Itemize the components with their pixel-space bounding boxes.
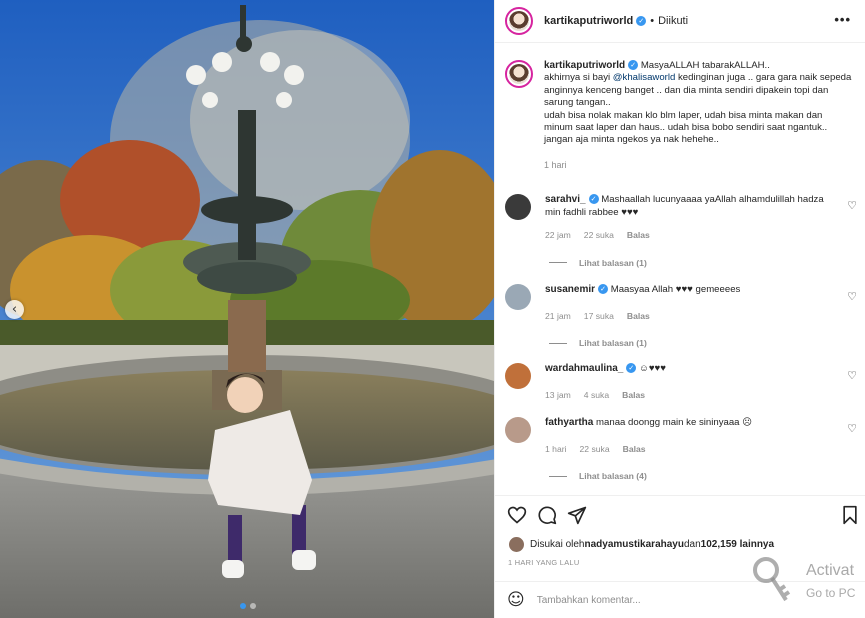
verified-icon: ✓ <box>636 16 647 26</box>
liker-username[interactable]: nadyamustikarahayu <box>584 539 684 550</box>
caption: kartikaputriworld ✓ MasyaALLAH tabarakALL… <box>495 44 865 171</box>
carousel-dot <box>250 603 256 609</box>
comment-likes[interactable]: 4 suka <box>584 389 609 402</box>
comment-item: fathyartha manaa doongg main ke sininyaa… <box>505 417 865 481</box>
carousel-dot-active <box>240 603 246 609</box>
reply-button[interactable]: Balas <box>627 310 650 323</box>
heart-icon[interactable]: ♡ <box>847 199 857 212</box>
avatar[interactable] <box>505 7 533 35</box>
carousel-dots <box>240 603 256 609</box>
comment-avatar[interactable] <box>505 284 531 310</box>
verified-icon: ✓ <box>626 363 637 374</box>
comment-item: sarahvi_ ✓ Mashaallah lucunyaaaa yaAllah … <box>505 194 865 268</box>
comment-text: Maasyaa Allah ♥♥♥ gemeeees <box>610 284 741 295</box>
verified-icon: ✓ <box>588 194 599 205</box>
liker-avatar <box>509 537 524 552</box>
follow-status-button[interactable]: Diikuti <box>658 15 688 27</box>
caption-text: kartikaputriworld ✓ MasyaALLAH tabarakALL… <box>544 60 852 171</box>
view-replies-button[interactable]: Lihat balasan (1) <box>549 258 865 268</box>
watermark-line2: Go to PC <box>806 586 856 600</box>
caption-avatar[interactable] <box>505 60 533 88</box>
post-header: kartikaputriworld ✓ • Diikuti ••• <box>495 0 865 43</box>
bookmark-icon[interactable] <box>841 505 859 525</box>
watermark-line1: Activat <box>806 562 855 579</box>
view-replies-button[interactable]: Lihat balasan (4) <box>549 471 865 481</box>
heart-icon[interactable]: ♡ <box>847 369 857 382</box>
caption-line2-pre: akhirnya si bayi <box>544 72 613 84</box>
post-timestamp[interactable]: 1 HARI YANG LALU <box>508 558 579 567</box>
comment-avatar[interactable] <box>505 363 531 389</box>
header-username[interactable]: kartikaputriworld <box>544 15 633 27</box>
comment-avatar[interactable] <box>505 194 531 220</box>
comment-likes[interactable]: 17 suka <box>584 310 614 323</box>
verified-icon: ✓ <box>628 60 639 71</box>
heart-icon[interactable]: ♡ <box>847 422 857 435</box>
likes-summary[interactable]: Disukai oleh nadyamustikarahayu dan 102,… <box>509 537 774 552</box>
likes-count[interactable]: 102,159 lainnya <box>701 539 774 550</box>
comment-time[interactable]: 13 jam <box>545 389 571 402</box>
caption-username[interactable]: kartikaputriworld <box>544 60 625 71</box>
mention-link[interactable]: @khalisaworld <box>613 72 676 83</box>
comment-text: manaa doongg main ke sininyaaa ☹ <box>596 417 753 428</box>
reply-button[interactable]: Balas <box>622 389 645 402</box>
key-icon <box>753 557 791 602</box>
comment-time[interactable]: 21 jam <box>545 310 571 323</box>
comment-text: ☺♥♥♥ <box>639 363 666 374</box>
reply-button[interactable]: Balas <box>623 443 646 456</box>
comment-likes[interactable]: 22 suka <box>584 229 614 242</box>
more-icon[interactable]: ••• <box>834 12 851 27</box>
caption-line3: udah bisa nolak makan klo blm laper, uda… <box>544 109 828 146</box>
comment-time[interactable]: 1 hari <box>545 443 567 456</box>
comment-item: wardahmaulina_ ✓ ☺♥♥♥ 13 jam 4 suka Balas… <box>505 363 865 401</box>
fountain-photo <box>0 0 494 618</box>
action-bar <box>495 495 865 535</box>
comment-item: susanemir ✓ Maasyaa Allah ♥♥♥ gemeeees 21… <box>505 284 865 348</box>
chevron-left-icon[interactable]: ‹ <box>5 300 24 319</box>
heart-icon[interactable] <box>507 505 527 525</box>
share-icon[interactable] <box>567 505 587 525</box>
comment-likes[interactable]: 22 suka <box>580 443 610 456</box>
caption-age: 1 hari <box>544 159 567 170</box>
comment-input[interactable]: Tambahkan komentar... <box>537 595 641 606</box>
caption-line1: MasyaALLAH tabarakALLAH.. <box>640 60 770 71</box>
post-photo[interactable]: ‹ <box>0 0 494 618</box>
comment-time[interactable]: 22 jam <box>545 229 571 242</box>
verified-icon: ✓ <box>598 284 609 295</box>
comments-list[interactable]: kartikaputriworld ✓ MasyaALLAH tabarakALL… <box>495 44 865 494</box>
view-replies-button[interactable]: Lihat balasan (1) <box>549 338 865 348</box>
comment-icon[interactable] <box>537 505 557 525</box>
post-sidebar: kartikaputriworld ✓ • Diikuti ••• kartik… <box>494 0 865 618</box>
separator-dot: • <box>650 15 655 27</box>
comment-text: Mashaallah lucunyaaaa yaAllah alhamdulil… <box>545 194 824 218</box>
comment-username[interactable]: fathyartha <box>545 417 593 428</box>
activation-watermark: Activat Go to PC <box>752 556 865 606</box>
comment-username[interactable]: sarahvi_ <box>545 194 586 205</box>
reply-button[interactable]: Balas <box>627 229 650 242</box>
comment-username[interactable]: wardahmaulina_ <box>545 363 623 374</box>
emoji-icon[interactable]: ☺ <box>507 590 525 610</box>
comment-username[interactable]: susanemir <box>545 284 595 295</box>
heart-icon[interactable]: ♡ <box>847 290 857 303</box>
comment-avatar[interactable] <box>505 417 531 443</box>
